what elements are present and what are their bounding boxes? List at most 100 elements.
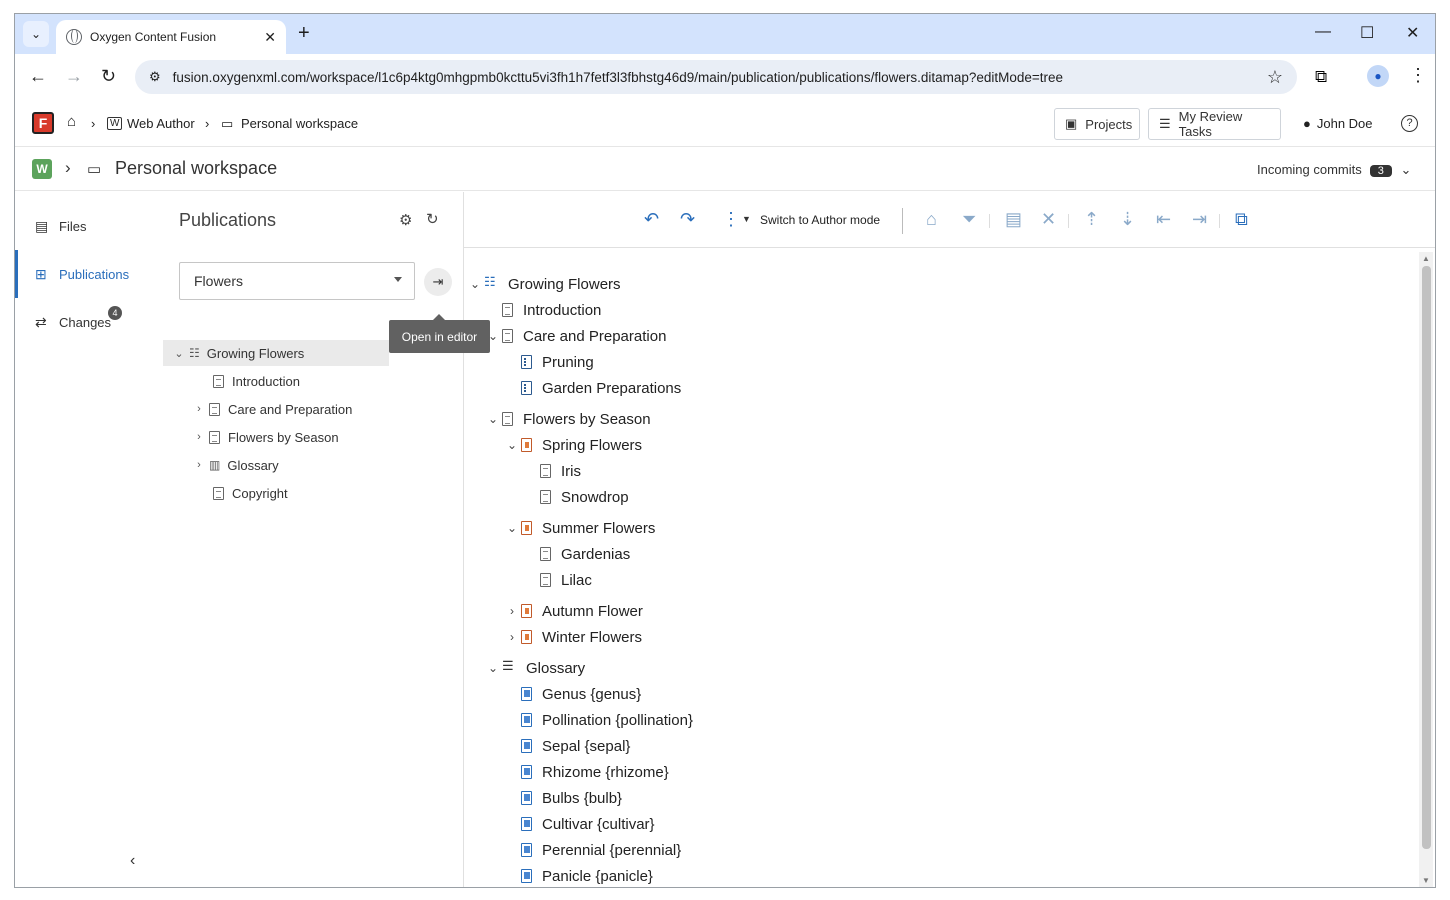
tree-row-snowdrop[interactable]: Snowdrop: [540, 484, 629, 510]
tree-row-panicle[interactable]: Panicle {panicle}: [521, 863, 653, 887]
breadcrumb-personal-workspace[interactable]: Personal workspace: [241, 116, 358, 131]
web-author-logo[interactable]: W: [32, 159, 52, 179]
tag-icon[interactable]: ⌂: [926, 209, 937, 230]
chevron-down-icon[interactable]: ⌄: [173, 347, 185, 360]
close-window-button[interactable]: ✕: [1406, 23, 1419, 43]
tree-row-care[interactable]: ⌄ Care and Preparation: [486, 323, 666, 349]
tree-row-growing-flowers[interactable]: ⌄ Growing Flowers: [468, 271, 621, 297]
tree-row-lilac[interactable]: Lilac: [540, 567, 592, 593]
new-tab-button[interactable]: +: [298, 22, 310, 45]
home-icon[interactable]: ⌂: [67, 113, 76, 130]
tree-row-spring-flowers[interactable]: ⌄ Spring Flowers: [505, 432, 642, 458]
move-up-icon[interactable]: ⇡: [1084, 209, 1099, 230]
chevron-down-icon[interactable]: ⌄: [486, 412, 500, 426]
maximize-button[interactable]: ☐: [1360, 23, 1374, 43]
topic-icon: [502, 329, 513, 343]
browser-tab[interactable]: Oxygen Content Fusion ✕: [56, 20, 286, 54]
tree-row-perennial[interactable]: Perennial {perennial}: [521, 837, 681, 863]
address-bar[interactable]: ⚙ fusion.oxygenxml.com/workspace/l1c6p4k…: [135, 60, 1297, 94]
nav-files[interactable]: ▤ Files: [15, 202, 163, 250]
tree-row-rhizome[interactable]: Rhizome {rhizome}: [521, 759, 669, 785]
back-button[interactable]: ←: [29, 66, 47, 87]
tree-label: Snowdrop: [561, 488, 629, 506]
redo-icon[interactable]: ↷: [680, 209, 695, 230]
switch-to-author-mode[interactable]: Switch to Author mode: [760, 213, 880, 227]
extensions-icon[interactable]: ⧉: [1315, 67, 1327, 87]
tree-row-pollination[interactable]: Pollination {pollination}: [521, 707, 693, 733]
undo-icon[interactable]: ↶: [644, 209, 659, 230]
chevron-down-icon[interactable]: ⌄: [468, 277, 482, 291]
refresh-icon[interactable]: ↻: [426, 210, 439, 228]
pub-tree-item-copyright[interactable]: Copyright: [163, 480, 393, 506]
tree-row-cultivar[interactable]: Cultivar {cultivar}: [521, 811, 655, 837]
tree-row-introduction[interactable]: Introduction: [502, 297, 601, 323]
help-icon[interactable]: ?: [1401, 115, 1418, 132]
minimize-button[interactable]: —: [1315, 23, 1331, 41]
collapse-sidebar-icon[interactable]: ‹: [130, 852, 135, 870]
close-tab-icon[interactable]: ✕: [264, 29, 276, 46]
forward-button[interactable]: →: [65, 66, 83, 87]
profile-avatar[interactable]: ●: [1367, 65, 1389, 87]
user-menu[interactable]: ● John Doe: [1303, 116, 1373, 131]
caret-down-icon[interactable]: ▼: [742, 214, 751, 224]
incoming-commits[interactable]: Incoming commits 3 ⌄: [1257, 162, 1411, 178]
chevron-down-icon[interactable]: ⌄: [486, 329, 500, 343]
chevron-down-icon[interactable]: ⌄: [505, 521, 519, 535]
chevron-right-icon[interactable]: ›: [505, 630, 519, 644]
open-in-editor-button[interactable]: ⇥: [424, 268, 452, 296]
pub-tree-item-glossary[interactable]: › ▥ Glossary: [163, 452, 393, 478]
tree-row-bulbs[interactable]: Bulbs {bulb}: [521, 785, 622, 811]
bookmark-star-icon[interactable]: ☆: [1267, 67, 1283, 88]
chevron-down-icon: ⌄: [1400, 162, 1412, 177]
nav-changes[interactable]: ⇄ Changes 4: [15, 298, 163, 346]
breadcrumb-web-author[interactable]: Web Author: [127, 116, 195, 131]
gear-icon[interactable]: ⚙: [399, 211, 412, 229]
delete-icon[interactable]: ✕: [1041, 209, 1056, 230]
pub-tree-item-care[interactable]: › Care and Preparation: [163, 396, 393, 422]
browser-menu-icon[interactable]: ⋮: [1409, 65, 1427, 86]
toolbar-separator: [1219, 214, 1220, 228]
document-icon: [209, 402, 220, 416]
projects-button[interactable]: ▣ Projects: [1054, 108, 1140, 140]
tree-row-garden-preparations[interactable]: Garden Preparations: [521, 375, 681, 401]
chevron-right-icon[interactable]: ›: [193, 403, 205, 415]
tree-row-autumn-flower[interactable]: › Autumn Flower: [505, 598, 643, 624]
tree-row-flowers-by-season[interactable]: ⌄ Flowers by Season: [486, 406, 651, 432]
promote-icon[interactable]: ⇤: [1156, 209, 1171, 230]
review-tasks-button[interactable]: ☰ My Review Tasks: [1148, 108, 1281, 140]
tree-row-pruning[interactable]: Pruning: [521, 349, 594, 375]
nav-publications[interactable]: ⊞ Publications: [15, 250, 163, 298]
submap-icon: [521, 438, 532, 452]
vertical-scrollbar[interactable]: ▲ ▼: [1419, 252, 1433, 887]
tree-row-sepal[interactable]: Sepal {sepal}: [521, 733, 630, 759]
more-actions-icon[interactable]: ⋮: [722, 209, 740, 230]
filter-icon[interactable]: ⏷: [962, 209, 976, 230]
tree-row-glossary[interactable]: ⌄ Glossary: [486, 655, 585, 681]
insert-reference-icon[interactable]: ⧉: [1235, 209, 1248, 230]
demote-icon[interactable]: ⇥: [1192, 209, 1207, 230]
tab-search-button[interactable]: ⌄: [23, 21, 49, 47]
reload-button[interactable]: ↻: [101, 66, 116, 87]
browser-toolbar: ← → ↻ ⚙ fusion.oxygenxml.com/workspace/l…: [15, 54, 1435, 100]
tree-row-winter-flowers[interactable]: › Winter Flowers: [505, 624, 642, 650]
scroll-down-icon[interactable]: ▼: [1422, 876, 1430, 885]
tree-row-summer-flowers[interactable]: ⌄ Summer Flowers: [505, 515, 655, 541]
document-properties-icon[interactable]: ▤: [1005, 209, 1022, 230]
chevron-down-icon[interactable]: ⌄: [505, 438, 519, 452]
chevron-right-icon[interactable]: ›: [193, 459, 205, 471]
publication-select[interactable]: Flowers: [179, 262, 415, 300]
move-down-icon[interactable]: ⇣: [1120, 209, 1135, 230]
pub-tree-item-growing-flowers[interactable]: ⌄ ☷ Growing Flowers: [163, 340, 389, 366]
scroll-up-icon[interactable]: ▲: [1422, 254, 1430, 263]
chevron-right-icon[interactable]: ›: [505, 604, 519, 618]
chevron-down-icon[interactable]: ⌄: [486, 661, 500, 675]
tree-row-gardenias[interactable]: Gardenias: [540, 541, 630, 567]
tree-row-genus[interactable]: Genus {genus}: [521, 681, 641, 707]
scroll-thumb[interactable]: [1422, 266, 1431, 849]
site-info-icon[interactable]: ⚙: [149, 69, 161, 85]
pub-tree-item-flowers-by-season[interactable]: › Flowers by Season: [163, 424, 393, 450]
fusion-logo[interactable]: F: [32, 112, 54, 134]
chevron-right-icon[interactable]: ›: [193, 431, 205, 443]
tree-row-iris[interactable]: Iris: [540, 458, 581, 484]
pub-tree-item-introduction[interactable]: Introduction: [163, 368, 393, 394]
